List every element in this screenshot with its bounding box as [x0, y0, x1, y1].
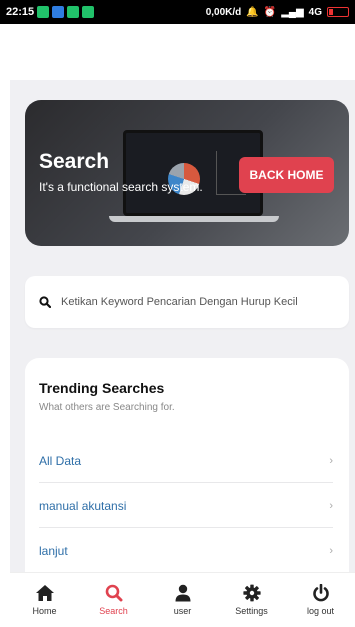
nav-search-label: Search — [99, 606, 128, 616]
search-banner: Search It's a functional search system. … — [25, 100, 349, 246]
chevron-right-icon: › — [329, 544, 333, 557]
trending-subtitle: What others are Searching for. — [39, 402, 175, 413]
signal-icon: ▂▄▆ — [281, 6, 304, 18]
notification-app-icon — [82, 6, 95, 18]
search-icon — [105, 584, 122, 602]
nav-search[interactable]: Search — [79, 573, 148, 627]
home-icon — [35, 585, 54, 601]
nav-settings-label: Settings — [235, 606, 268, 616]
chevron-right-icon: › — [329, 499, 333, 512]
trending-item[interactable]: All Data › — [39, 439, 333, 483]
network-type: 4G — [308, 6, 322, 18]
trending-item[interactable]: manual akutansi › — [39, 484, 333, 528]
status-bar: 22:15 0,00K/d 🔔 ⏰ ▂▄▆ 4G — [0, 0, 355, 24]
status-time: 22:15 — [6, 6, 35, 18]
trending-item-label: All Data — [39, 453, 82, 468]
alarm-icon: ⏰ — [263, 6, 277, 18]
trending-item-label: manual akutansi — [39, 498, 127, 513]
bell-icon: 🔔 — [246, 6, 259, 18]
chevron-right-icon: › — [329, 454, 333, 467]
notification-shield-icon — [52, 6, 65, 18]
back-home-button[interactable]: BACK HOME — [239, 157, 334, 193]
network-speed: 0,00K/d — [205, 6, 242, 18]
power-icon — [312, 584, 329, 602]
status-bar-right: 0,00K/d 🔔 ⏰ ▂▄▆ 4G — [206, 7, 349, 18]
laptop-base-illustration — [109, 216, 279, 222]
nav-logout[interactable]: log out — [286, 573, 355, 627]
search-icon — [39, 296, 51, 308]
banner-subtitle: It's a functional search system. — [39, 180, 203, 194]
bottom-nav: Home Search user Settings log out — [10, 572, 355, 627]
trending-item[interactable]: lanjut › — [39, 529, 333, 573]
trending-card: Trending Searches What others are Search… — [25, 358, 349, 580]
search-box[interactable] — [25, 276, 349, 328]
user-icon — [175, 584, 190, 602]
status-bar-left: 22:15 — [6, 6, 95, 18]
battery-icon — [327, 7, 349, 17]
gear-icon — [242, 584, 261, 602]
nav-settings[interactable]: Settings — [217, 573, 286, 627]
search-input[interactable] — [61, 296, 331, 308]
notification-app-icon — [37, 6, 50, 18]
nav-user-label: user — [173, 606, 192, 616]
nav-user[interactable]: user — [148, 573, 217, 627]
banner-title: Search — [39, 150, 110, 173]
trending-item-label: lanjut — [39, 543, 68, 558]
nav-home[interactable]: Home — [10, 573, 79, 627]
nav-logout-label: log out — [306, 606, 335, 616]
nav-home-label: Home — [32, 606, 57, 616]
notification-app-icon — [67, 6, 80, 18]
trending-title: Trending Searches — [39, 380, 165, 396]
